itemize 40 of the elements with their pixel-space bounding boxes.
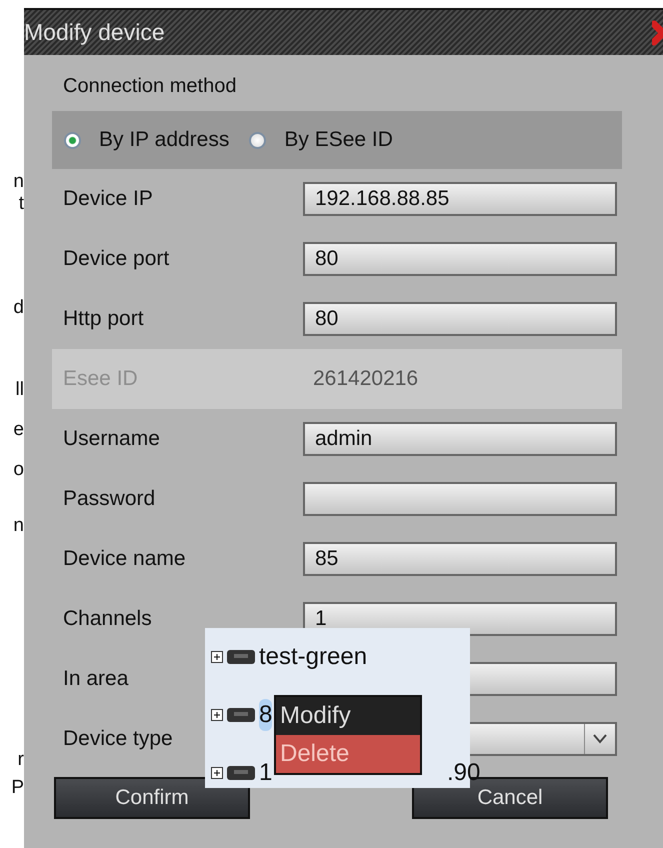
background-text: e [13,420,24,440]
device-icon [226,649,256,665]
background-text: n [13,172,24,192]
expand-icon[interactable] [211,767,223,779]
input-field[interactable]: 80 [303,302,617,336]
background-text: ll [16,380,24,400]
background-text: n [13,516,24,536]
field-label: Esee ID [62,367,139,391]
field-label: Http port [62,307,145,331]
dialog-button[interactable]: Confirm [54,777,250,819]
radio-option[interactable]: By ESee ID [249,128,393,152]
field-label: Channels [62,607,153,631]
background-text: P [11,778,24,798]
device-icon [226,765,256,781]
section-label: Connection method [63,74,238,99]
field-label: Device IP [62,187,154,211]
input-field[interactable]: 192.168.88.85 [303,182,617,216]
tree-item[interactable]: 8 [259,699,272,731]
background-text: t [18,194,24,214]
field-label: In area [62,667,130,691]
field-label: Device port [62,247,170,271]
tree-item[interactable]: 1 [259,757,272,789]
background-text: d [13,298,24,318]
background-text: r [18,750,24,770]
field-label: Device type [62,727,174,751]
radio-option[interactable]: By IP address [64,128,230,152]
field-label: Device name [62,547,187,571]
input-field[interactable] [303,482,617,516]
background-text: o [13,460,24,480]
window-title: Modify device [24,19,165,46]
input-field[interactable]: admin [303,422,617,456]
expand-icon[interactable] [211,651,223,663]
field-label: Password [62,487,156,511]
tree-item[interactable]: test-green [259,641,368,673]
input-field[interactable]: 80 [303,242,617,276]
field-label: Username [62,427,161,451]
input-field[interactable]: 85 [303,542,617,576]
field-value: 261420216 [312,366,420,392]
expand-icon[interactable] [211,709,223,721]
device-icon [226,707,256,723]
